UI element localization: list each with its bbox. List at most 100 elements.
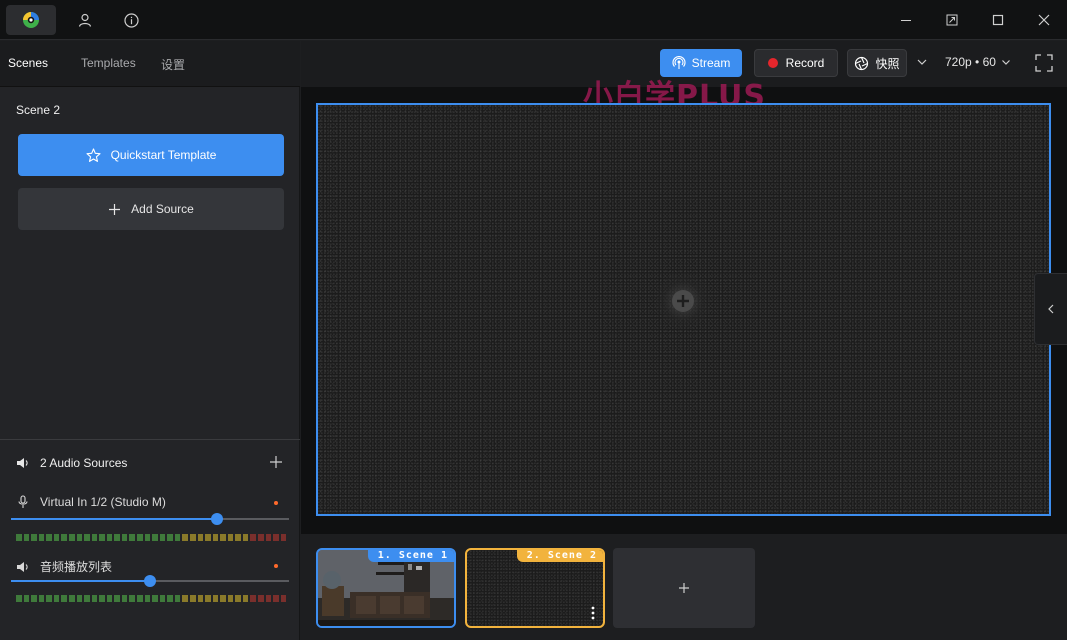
snapshot-button[interactable]: 快照	[847, 49, 907, 77]
info-icon[interactable]	[121, 10, 141, 30]
volume-slider-1[interactable]	[11, 513, 289, 525]
microphone-icon	[18, 495, 28, 508]
close-icon[interactable]	[1034, 10, 1054, 30]
plus-icon	[109, 203, 121, 215]
app-logo-icon	[23, 12, 39, 28]
account-icon[interactable]	[75, 10, 95, 30]
record-dot-icon	[767, 58, 778, 68]
broadcast-icon	[672, 56, 686, 69]
audio-sources-header: 2 Audio Sources	[16, 456, 127, 470]
meter-segment	[189, 534, 196, 541]
meter-segment	[129, 534, 135, 541]
chevron-left-icon	[1048, 304, 1054, 314]
meter-segment	[189, 595, 196, 602]
tab-scenes[interactable]: Scenes	[8, 56, 48, 70]
meter-segment	[76, 595, 83, 602]
meter-segment	[38, 595, 45, 602]
meter-segment	[129, 595, 135, 602]
add-scene-button[interactable]	[613, 548, 755, 628]
meter-segment	[137, 595, 143, 602]
minimize-icon[interactable]	[896, 10, 916, 30]
meter-segment	[114, 595, 120, 602]
fullscreen-icon[interactable]	[1035, 54, 1053, 72]
scene-thumbnail-2[interactable]: 2. Scene 2	[465, 548, 605, 628]
audio-track-name: Virtual In 1/2 (Studio M)	[40, 495, 166, 509]
meter-segment	[235, 534, 241, 541]
maximize-icon[interactable]	[988, 10, 1008, 30]
meter-segment	[84, 534, 90, 541]
meter-segment	[152, 595, 158, 602]
volume-slider-2[interactable]	[11, 575, 289, 587]
meter-segment	[61, 534, 67, 541]
chevron-down-icon[interactable]	[915, 55, 929, 69]
audio-track-2: 音频播放列表	[16, 558, 284, 575]
audio-track-name: 音频播放列表	[40, 560, 113, 574]
meter-segment	[23, 534, 30, 541]
audio-sources-title: 2 Audio Sources	[40, 456, 128, 470]
chevron-down-icon	[1001, 60, 1010, 65]
meter-segment	[121, 534, 128, 541]
meter-segment	[273, 534, 279, 541]
preview-add-source[interactable]	[653, 271, 713, 331]
meter-segment	[31, 534, 37, 541]
audio-sources-section: 2 Audio Sources Virtual In 1/2 (Studio M…	[0, 439, 300, 640]
pop-out-icon[interactable]	[942, 10, 962, 30]
meter-segment	[76, 534, 83, 541]
scene-thumbnail-1[interactable]: 1. Scene 1	[316, 548, 456, 628]
meter-segment	[53, 534, 60, 541]
snapshot-label: 快照	[875, 56, 900, 71]
resolution-label: 720p • 60	[945, 55, 996, 69]
quickstart-template-button[interactable]: Quickstart Template	[18, 134, 284, 176]
add-source-button[interactable]: Add Source	[18, 188, 284, 230]
meter-segment	[23, 595, 30, 602]
meter-segment	[167, 595, 173, 602]
more-options-icon[interactable]	[591, 606, 595, 620]
meter-segment	[38, 534, 45, 541]
meter-segment	[227, 595, 234, 602]
aperture-icon	[855, 56, 869, 70]
app-logo-button[interactable]	[6, 5, 56, 35]
meter-segment	[91, 595, 98, 602]
preview-canvas[interactable]	[316, 103, 1051, 516]
level-meter-2	[16, 595, 287, 602]
title-bar	[0, 0, 1067, 40]
meter-segment	[227, 534, 234, 541]
meter-segment	[144, 595, 151, 602]
record-button[interactable]: Record	[754, 49, 838, 77]
main-area: Stream Record 快照 720p • 60 小白学PLUS 1. Sc…	[301, 41, 1067, 640]
scenes-strip: 1. Scene 1 2. Scene 2	[301, 534, 1067, 640]
meter-segment	[258, 534, 264, 541]
meter-segment	[84, 595, 90, 602]
meter-segment	[280, 595, 287, 602]
stream-label: Stream	[691, 56, 731, 70]
plus-icon	[679, 583, 689, 593]
meter-segment	[91, 534, 98, 541]
meter-segment	[174, 534, 181, 541]
meter-segment	[242, 595, 249, 602]
meter-segment	[280, 534, 287, 541]
volume-slider-fill	[11, 518, 217, 520]
volume-slider-fill	[11, 580, 150, 582]
add-audio-source-icon[interactable]	[268, 454, 284, 470]
resolution-selector[interactable]: 720p • 60	[945, 55, 1012, 69]
meter-segment	[220, 595, 226, 602]
meter-segment	[235, 595, 241, 602]
meter-segment	[182, 534, 188, 541]
meter-segment	[106, 595, 113, 602]
volume-slider-knob[interactable]	[144, 575, 156, 587]
meter-segment	[114, 534, 120, 541]
scene-label: 1. Scene 1	[367, 550, 454, 562]
side-panel-toggle[interactable]	[1034, 273, 1067, 345]
meter-segment	[68, 534, 75, 541]
audio-track-status-dot	[274, 501, 278, 505]
meter-segment	[53, 595, 60, 602]
tab-settings[interactable]: 设置	[161, 56, 185, 73]
meter-segment	[265, 534, 272, 541]
scene-title: Scene 2	[16, 103, 61, 117]
quickstart-label: Quickstart Template	[110, 148, 217, 162]
meter-segment	[250, 534, 256, 541]
volume-slider-knob[interactable]	[210, 513, 223, 525]
meter-segment	[68, 595, 75, 602]
tab-templates[interactable]: Templates	[81, 56, 136, 70]
meter-segment	[258, 595, 264, 602]
